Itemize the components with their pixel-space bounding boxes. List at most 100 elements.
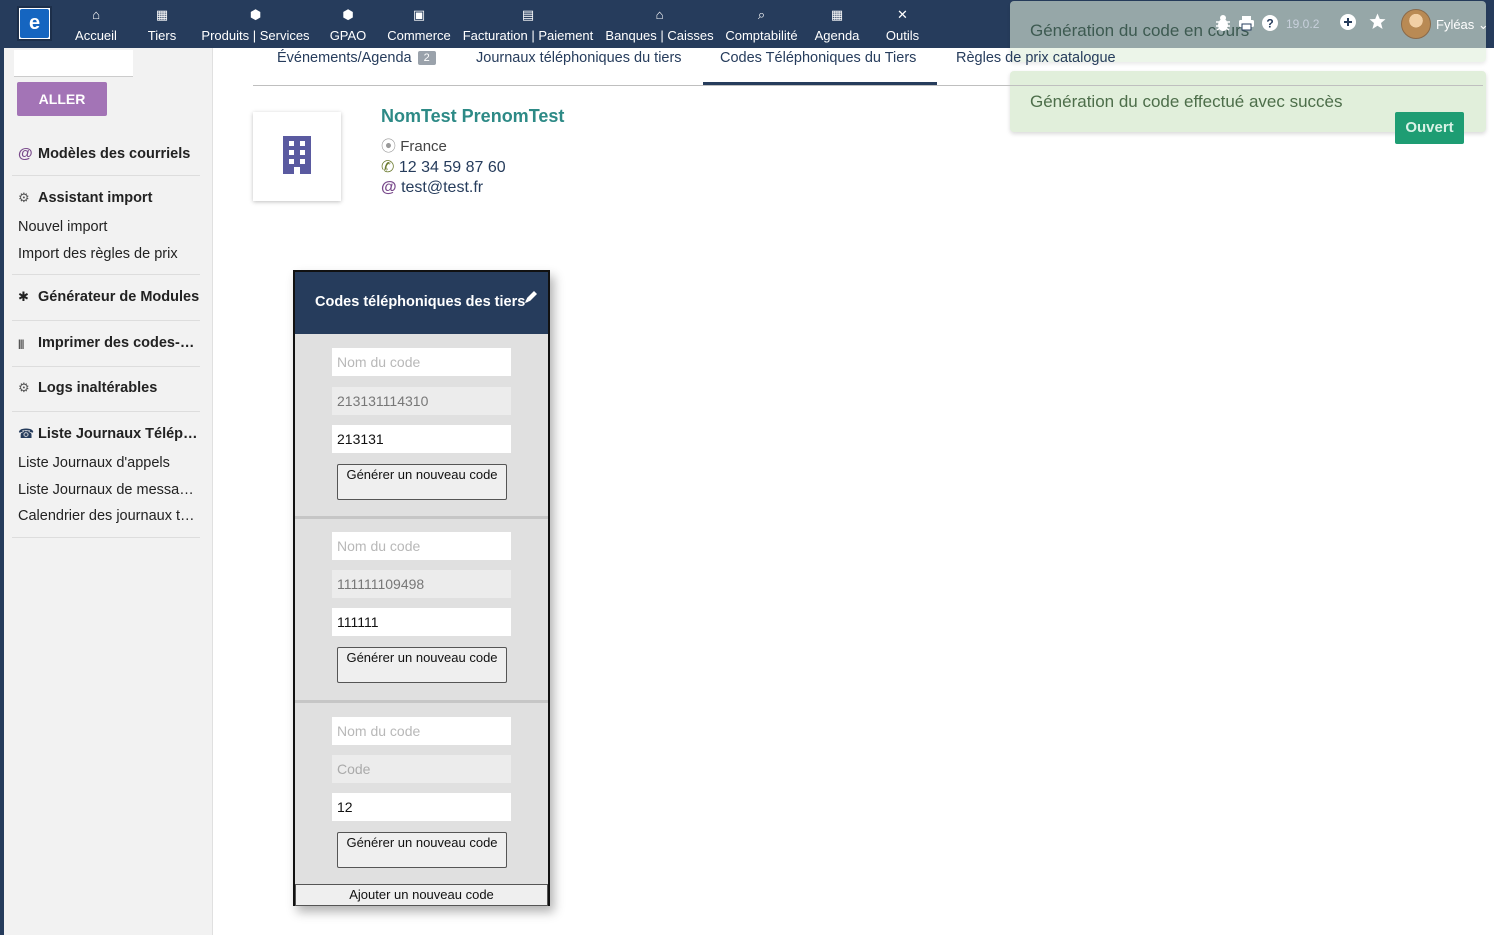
sidebar-item-call-journals[interactable]: Liste Journaux d'appels [18, 455, 201, 471]
menu-banques[interactable]: ⌂ Banques | Caisses [605, 6, 714, 46]
sidebar-divider [12, 366, 200, 367]
code-value-field [332, 570, 511, 598]
barcode-icon: ||| [18, 339, 24, 350]
at-icon: @ [381, 179, 397, 196]
menu-label: Accueil [75, 28, 117, 43]
tab-label: Codes Téléphoniques du Tiers [720, 50, 917, 66]
phone-label: 12 34 59 87 60 [398, 159, 506, 176]
sidebar-search-input[interactable] [14, 50, 133, 77]
map-marker-icon: ⦿ [381, 138, 397, 155]
sidebar-section-label: Modèles des courriels [38, 146, 191, 162]
cube-icon: ⬢ [249, 7, 262, 22]
svg-text:?: ? [1266, 17, 1273, 31]
bug-icon[interactable] [1215, 14, 1231, 36]
menu-label: Facturation | Paiement [462, 28, 594, 43]
sidebar-section-phone-journals[interactable]: ☎Liste Journaux Téléphoniques [18, 426, 201, 442]
thirdparty-logo [253, 112, 341, 201]
building-icon: ▦ [155, 7, 169, 22]
version-label: 19.0.2 [1286, 17, 1320, 31]
phone-icon: ✆ [381, 159, 395, 176]
sidebar-item-journal-calendar[interactable]: Calendrier des journaux téléphoniques [18, 508, 201, 524]
tab-phone-codes[interactable]: Codes Téléphoniques du Tiers [720, 50, 916, 86]
plus-circle-icon[interactable] [1340, 14, 1356, 34]
tab-events[interactable]: Événements/Agenda 2 [277, 50, 436, 86]
menu-label: Tiers [147, 28, 177, 43]
add-code-button[interactable]: Ajouter un nouveau code [295, 884, 548, 906]
email-label: test@test.fr [401, 179, 484, 196]
sidebar-section-label: Logs inaltérables [38, 380, 158, 396]
code-prefix-input[interactable] [332, 425, 511, 453]
code-entry: Générer un nouveau code [295, 703, 548, 883]
user-name[interactable]: Fyléas ⌄ [1436, 17, 1489, 33]
module-logo-icon: ☎ [18, 426, 35, 441]
help-icon[interactable]: ? [1262, 15, 1278, 35]
sidebar-section-email-templates[interactable]: @ Modèles des courriels [18, 145, 201, 162]
code-prefix-input[interactable] [332, 608, 511, 636]
chevron-down-icon: ⌄ [1477, 17, 1489, 32]
menu-label: Agenda [814, 28, 860, 43]
search-dollar-icon: ⌕ [757, 7, 766, 22]
at-icon: @ [18, 145, 33, 162]
menu-tiers[interactable]: ▦ Tiers [145, 6, 179, 46]
status-open-button[interactable]: Ouvert [1395, 112, 1464, 144]
sidebar-section-barcodes[interactable]: ||| Imprimer des codes-barres [18, 335, 201, 351]
code-entry: Générer un nouveau code [295, 334, 548, 516]
code-prefix-input[interactable] [332, 793, 511, 821]
menu-comptabilite[interactable]: ⌕ Comptabilité [725, 6, 798, 46]
generate-code-button[interactable]: Générer un nouveau code [337, 464, 507, 500]
tab-phone-journals[interactable]: Journaux téléphoniques du tiers [476, 50, 682, 86]
menu-produits-services[interactable]: ⬢ Produits | Services [201, 6, 310, 46]
menu-agenda[interactable]: ▦ Agenda [814, 6, 860, 46]
code-name-input[interactable] [332, 717, 511, 745]
menu-label: Produits | Services [201, 28, 310, 43]
dolibarr-logo-icon: e [20, 9, 49, 38]
file-invoice-icon: ▤ [521, 7, 535, 22]
star-icon[interactable] [1369, 13, 1386, 34]
sidebar-divider [12, 274, 200, 275]
left-sidebar: ALLER @ Modèles des courriels ⚙ Assistant … [0, 48, 213, 935]
menu-outils[interactable]: ✕ Outils [885, 6, 920, 46]
sidebar-section-module-builder[interactable]: ✱ Générateur de Modules [18, 289, 201, 305]
sidebar-item-new-import[interactable]: Nouvel import [18, 219, 201, 235]
sidebar-divider [12, 175, 200, 176]
menu-label: Banques | Caisses [605, 28, 714, 43]
code-entry: Générer un nouveau code [295, 519, 548, 701]
tabs-divider [253, 85, 1483, 86]
thirdparty-country: ⦿ France [381, 135, 447, 156]
tab-label: Journaux téléphoniques du tiers [476, 50, 682, 66]
bank-icon: ⌂ [655, 7, 664, 22]
sidebar-item-message-journals[interactable]: Liste Journaux de messages [18, 482, 201, 498]
menu-gpao[interactable]: ⬢ GPAO [329, 6, 367, 46]
sidebar-divider [12, 320, 200, 321]
menu-commerce[interactable]: ▣ Commerce [387, 6, 451, 46]
menu-label: Comptabilité [725, 28, 798, 43]
thirdparty-phone[interactable]: ✆ 12 34 59 87 60 [381, 157, 506, 177]
app-logo[interactable]: e [17, 6, 52, 41]
sidebar-item-import-price-rules[interactable]: Import des règles de prix [18, 246, 201, 262]
building-icon [281, 136, 313, 177]
menu-accueil[interactable]: ⌂ Accueil [75, 6, 117, 46]
generate-code-button[interactable]: Générer un nouveau code [337, 647, 507, 683]
sidebar-divider [12, 411, 200, 412]
calendar-icon: ▦ [830, 7, 844, 22]
print-icon[interactable] [1238, 15, 1255, 35]
sidebar-section-logs[interactable]: ⚙ Logs inaltérables [18, 380, 201, 396]
thirdparty-email[interactable]: @ test@test.fr [381, 179, 483, 197]
generate-code-button[interactable]: Générer un nouveau code [337, 832, 507, 868]
tools-icon: ✕ [897, 7, 908, 22]
bug-icon: ✱ [18, 289, 29, 304]
tab-price-rules[interactable]: Règles de prix catalogue [956, 50, 1116, 86]
user-name-label: Fyléas [1436, 17, 1475, 32]
thirdparty-name[interactable]: NomTest PrenomTest [381, 106, 564, 127]
widget-header: Codes téléphoniques des tiers [295, 272, 548, 334]
user-avatar[interactable] [1401, 9, 1431, 39]
country-label: France [400, 138, 447, 155]
sidebar-section-import[interactable]: ⚙ Assistant import [18, 190, 201, 206]
code-name-input[interactable] [332, 532, 511, 560]
code-name-input[interactable] [332, 348, 511, 376]
pencil-icon[interactable] [524, 290, 538, 308]
active-tab-indicator [703, 82, 937, 85]
menu-facturation[interactable]: ▤ Facturation | Paiement [462, 6, 594, 46]
cubes-icon: ⬢ [342, 7, 354, 22]
go-button[interactable]: ALLER [17, 82, 107, 116]
